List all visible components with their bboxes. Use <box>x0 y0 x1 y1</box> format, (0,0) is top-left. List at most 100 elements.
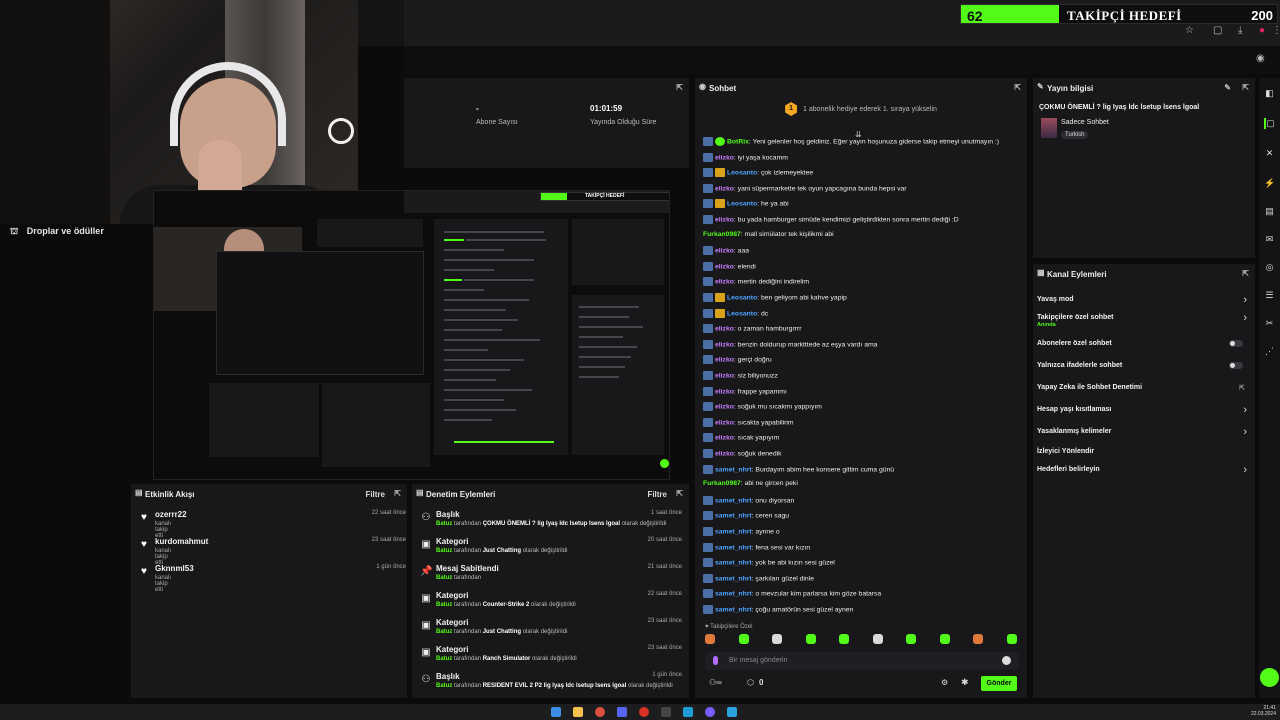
follower-name[interactable]: kurdomahmut <box>155 537 208 546</box>
chat-username[interactable]: samet_nhrt <box>715 606 752 613</box>
chat-message[interactable]: elizko: gerçi doğru <box>703 355 772 367</box>
settings-icon[interactable]: ⚙ <box>941 678 948 687</box>
rail-bolt-icon[interactable]: ⚡ <box>1264 178 1275 189</box>
emote-icon[interactable] <box>939 634 950 644</box>
chat-username[interactable]: Furkan0987 <box>703 231 741 238</box>
chat-message[interactable]: elizko: siz biliyonuzz <box>703 371 778 383</box>
chat-message[interactable]: elizko: iyi yaşa kocamm <box>703 152 788 165</box>
channel-action-row[interactable]: Yavaş mod › <box>1037 294 1251 312</box>
stream-preview[interactable]: TAKİPÇİ HEDEFİ <box>153 190 670 480</box>
gift-sub-leaderboard-banner[interactable]: 1 1 abonelik hediye ederek 1. sıraya yük… <box>695 102 1027 122</box>
opera-icon[interactable] <box>639 707 649 717</box>
chat-username[interactable]: BotRix <box>727 138 749 145</box>
mic-icon[interactable] <box>713 656 718 665</box>
chat-message[interactable]: elizko: yani süpermarkette tek oyun yapc… <box>703 183 907 196</box>
obs-icon[interactable] <box>661 707 671 717</box>
emote-icon[interactable] <box>1006 634 1017 644</box>
chat-username[interactable]: samet_nhrt <box>715 528 752 535</box>
chat-username[interactable]: elizko <box>715 185 734 192</box>
chat-message[interactable]: samet_nhrt: aynne o <box>703 527 780 539</box>
rail-close-icon[interactable]: ✕ <box>1264 148 1275 159</box>
chat-message[interactable]: elizko: frappe yapammı <box>703 386 787 399</box>
chat-message[interactable]: elizko: o zaman hamburgrrrr <box>703 324 802 336</box>
channel-action-row[interactable]: Takipçilere özel sohbet Anında › <box>1037 312 1251 330</box>
chat-message[interactable]: Furkan0987: abi ne gircen peki <box>703 480 798 492</box>
edit-icon[interactable]: ✎ <box>1224 83 1231 92</box>
chat-users-icon[interactable]: ⚇∞ <box>709 678 722 687</box>
chat-username[interactable]: elizko <box>715 357 734 364</box>
expand-icon[interactable]: ⇱ <box>1242 83 1249 92</box>
chrome-icon[interactable] <box>595 707 605 717</box>
chat-username[interactable]: Leosanto <box>727 294 757 301</box>
emoji-icon[interactable] <box>1002 656 1011 665</box>
app-icon[interactable] <box>705 707 715 717</box>
emote-icon[interactable] <box>772 634 782 644</box>
chat-username[interactable]: Leosanto <box>727 201 757 208</box>
stream-category[interactable]: Sadece Sohbet <box>1061 119 1109 126</box>
chat-username[interactable]: elizko <box>715 450 734 457</box>
chat-username[interactable]: elizko <box>715 247 734 254</box>
rail-collapse-icon[interactable]: ◧ <box>1264 88 1275 99</box>
emote-icon[interactable] <box>705 634 715 644</box>
chat-message[interactable]: elizko: bu yada hamburger simüde kendimi… <box>703 215 959 227</box>
chat-username[interactable]: elizko <box>715 403 734 410</box>
chat-message[interactable]: elizko: mertin dediğini indirelim <box>703 277 809 289</box>
chat-username[interactable]: samet_nhrt <box>715 591 752 598</box>
telegram-icon[interactable] <box>727 707 737 717</box>
rail-message-icon[interactable]: ✉ <box>1264 234 1275 245</box>
chat-username[interactable]: elizko <box>715 216 734 223</box>
chat-username[interactable]: elizko <box>715 279 734 286</box>
toggle-switch[interactable] <box>1229 362 1243 369</box>
rail-chat-icon[interactable]: ▢ <box>1264 118 1275 129</box>
emote-icon[interactable] <box>973 634 983 644</box>
points-icon[interactable]: ⬡ <box>747 678 754 687</box>
chat-message[interactable]: samet_nhrt: Burdayım abim hee konsere gi… <box>703 464 894 477</box>
edge-icon[interactable] <box>683 707 693 717</box>
chat-username[interactable]: elizko <box>715 435 734 442</box>
follower-name[interactable]: ozerrr22 <box>155 510 187 519</box>
chat-message[interactable]: elizko: elendi <box>703 261 756 274</box>
chat-message[interactable]: Leosanto: dc <box>703 308 768 321</box>
star-icon[interactable]: ☆ <box>1185 26 1195 36</box>
emote-icon[interactable] <box>872 634 883 644</box>
download-icon[interactable]: ⤓ <box>1238 26 1248 36</box>
chat-username[interactable]: samet_nhrt <box>715 497 752 504</box>
chat-message[interactable]: samet_nhrt: ceren sagu <box>703 511 789 523</box>
expand-icon[interactable]: ⇱ <box>676 83 683 92</box>
menu-icon[interactable]: ⋮ <box>1272 26 1280 36</box>
chat-message[interactable]: elizko: benzin doldurup marktttede az eş… <box>703 339 877 352</box>
chat-message[interactable]: elizko: sıcakta yapabilirim <box>703 417 794 430</box>
chat-username[interactable]: elizko <box>715 388 734 395</box>
chat-message[interactable]: samet_nhrt: fena sesi var kızın <box>703 542 810 555</box>
avatar[interactable]: ◉ <box>1256 54 1266 64</box>
chat-message[interactable]: Leosanto: çok izlemeyektee <box>703 168 813 180</box>
drops-rewards-link[interactable]: ⛫ Droplar ve ödüller <box>10 226 104 238</box>
chat-message[interactable]: samet_nhrt: o mevzular kim parlarsa kim … <box>703 589 881 601</box>
help-chat-button[interactable] <box>1260 668 1279 687</box>
chat-message[interactable]: elizko: soğuk denedik <box>703 449 782 461</box>
chat-username[interactable]: samet_nhrt <box>715 466 752 473</box>
emote-icon[interactable] <box>839 634 849 644</box>
channel-action-row[interactable]: Abonelere özel sohbet <box>1037 340 1251 356</box>
language-tag[interactable]: Turkish <box>1061 131 1089 139</box>
rail-doc-icon[interactable]: ▤ <box>1264 206 1275 217</box>
chat-username[interactable]: elizko <box>715 341 734 348</box>
emote-icon[interactable] <box>738 634 749 644</box>
chat-username[interactable]: Leosanto <box>727 169 757 176</box>
chat-username[interactable]: samet_nhrt <box>715 513 752 520</box>
channel-action-row[interactable]: Yalnızca ifadelerle sohbet <box>1037 362 1251 378</box>
expand-icon[interactable]: ⇱ <box>394 489 401 498</box>
chat-message[interactable]: Leosanto: he ya abi <box>703 199 789 211</box>
chat-username[interactable]: elizko <box>715 372 734 379</box>
chat-message[interactable]: elizko: sıcak yapıyım <box>703 433 779 445</box>
chat-username[interactable]: elizko <box>715 263 734 270</box>
explorer-icon[interactable] <box>573 707 583 717</box>
chat-message[interactable]: Leosanto: ben geliyom abi kahve yapip <box>703 293 847 305</box>
toggle-switch[interactable] <box>1229 340 1243 347</box>
channel-action-row[interactable]: Hesap yaşı kısıtlaması › <box>1037 404 1251 422</box>
game-icon[interactable]: ✱ <box>961 677 969 688</box>
channel-action-row[interactable]: Yapay Zeka ile Sohbet Denetimi ⇱ <box>1037 384 1251 400</box>
chat-username[interactable]: elizko <box>715 154 734 161</box>
activity-filter-button[interactable]: Filtre <box>365 490 385 499</box>
chat-username[interactable]: samet_nhrt <box>715 559 752 566</box>
